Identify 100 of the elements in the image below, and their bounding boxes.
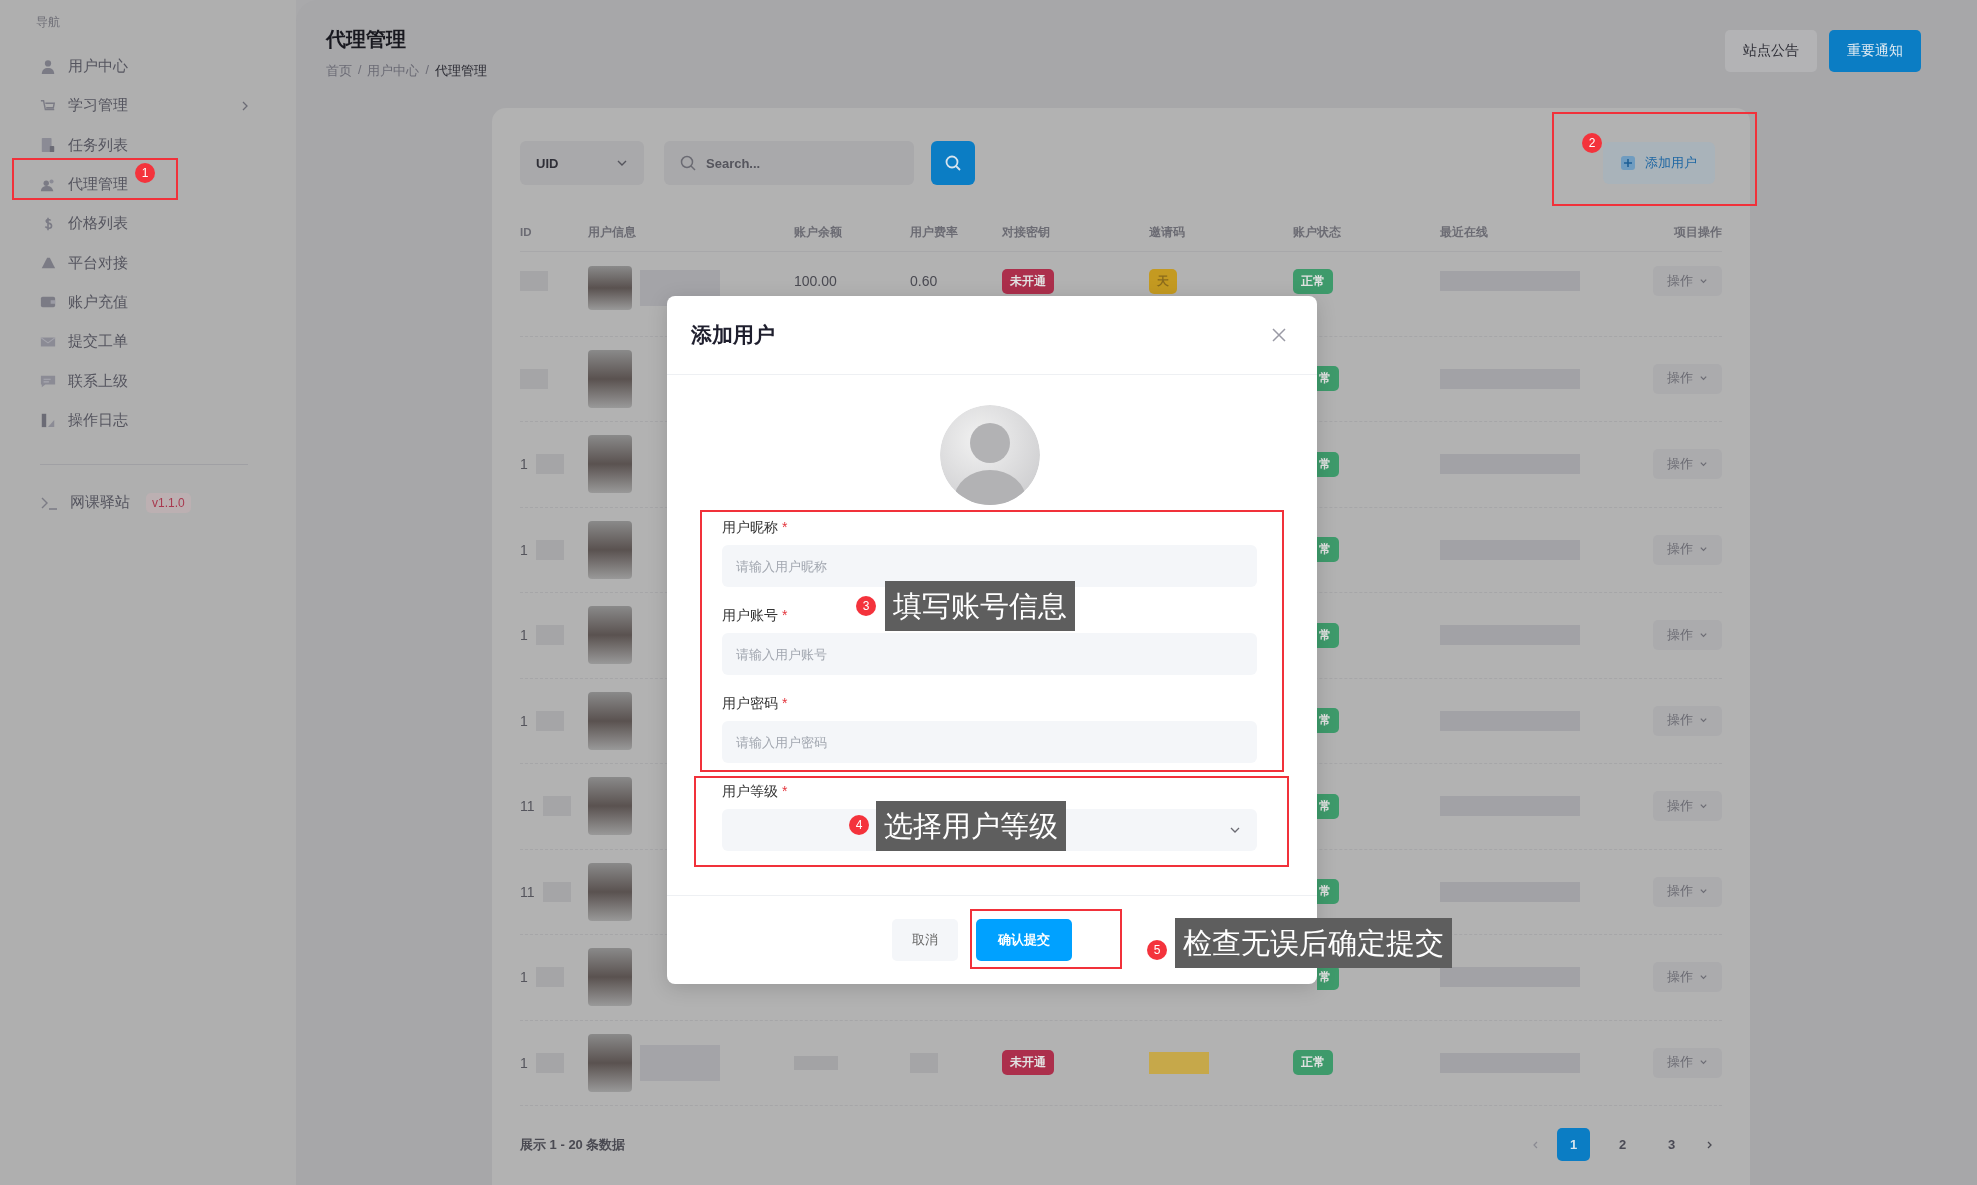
page-button[interactable]: 1	[1557, 1128, 1590, 1161]
action-dropdown[interactable]: 操作	[1653, 1047, 1722, 1078]
blurred-avatar	[588, 862, 632, 921]
user-icon	[40, 57, 56, 76]
invite-code-tag: 天	[1149, 268, 1177, 294]
table-cell: 1	[520, 627, 528, 644]
column-header: 用户信息	[588, 224, 637, 240]
nav-item[interactable]: 平台对接	[0, 243, 128, 283]
breadcrumb-separator: /	[425, 63, 429, 79]
notice-button[interactable]: 重要通知	[1829, 30, 1921, 72]
page-button[interactable]: 3	[1655, 1128, 1688, 1161]
terminal-icon	[40, 495, 58, 510]
required-mark: *	[782, 607, 788, 625]
blurred-avatar	[588, 520, 632, 579]
action-dropdown[interactable]: 操作	[1653, 266, 1722, 296]
breadcrumb-item[interactable]: 用户中心	[367, 63, 420, 80]
column-header: 邀请码	[1149, 224, 1186, 240]
status-tag: 常	[1317, 451, 1339, 477]
nav-item[interactable]: 提交工单	[0, 322, 128, 362]
action-dropdown[interactable]: 操作	[1653, 791, 1722, 822]
action-dropdown[interactable]: 操作	[1653, 620, 1722, 651]
add-user-button[interactable]: 添加用户	[1603, 142, 1715, 184]
close-icon[interactable]	[1271, 327, 1287, 343]
table-cell: 1	[520, 456, 528, 473]
status-tag: 常	[1317, 366, 1339, 392]
required-mark: *	[782, 519, 788, 537]
chevron-right-icon	[240, 100, 250, 111]
field-label: 用户昵称	[722, 519, 778, 537]
action-dropdown[interactable]: 操作	[1653, 876, 1722, 907]
column-header: 账户状态	[1293, 224, 1342, 240]
blurred-avatar	[588, 435, 632, 494]
status-tag: 正常	[1293, 268, 1333, 294]
action-dropdown[interactable]: 操作	[1653, 705, 1722, 736]
action-dropdown[interactable]: 操作	[1653, 363, 1722, 394]
blurred-avatar	[588, 691, 632, 750]
action-dropdown[interactable]: 操作	[1653, 534, 1722, 565]
status-tag: 常	[1317, 537, 1339, 563]
search-field[interactable]: Search...	[664, 141, 914, 185]
column-header: 对接密钥	[1002, 224, 1051, 240]
action-dropdown[interactable]: 操作	[1653, 449, 1722, 480]
caret-icon	[1699, 459, 1708, 469]
chart-icon	[40, 411, 56, 430]
submit-button[interactable]: 确认提交	[976, 919, 1072, 961]
nav-item[interactable]: 价格列表	[0, 204, 128, 244]
blurred-avatar	[588, 606, 632, 665]
blurred-avatar	[588, 948, 632, 1007]
nav-item[interactable]: 代理管理	[0, 164, 128, 205]
nav-item[interactable]: 联系上级	[0, 361, 128, 401]
nav-heading: 导航	[35, 14, 61, 31]
table-cell: 0.60	[910, 273, 938, 289]
nav-item[interactable]: 账户充值	[0, 282, 128, 323]
page-button[interactable]: 2	[1606, 1128, 1639, 1161]
nav-item[interactable]: 用户中心	[0, 47, 128, 87]
dialog-title: 添加用户	[691, 322, 775, 348]
caret-icon	[1699, 630, 1708, 640]
input-field[interactable]: 请输入用户账号	[722, 633, 1257, 675]
blurred-avatar	[588, 1033, 632, 1092]
required-mark: *	[782, 695, 788, 713]
blurred-avatar	[588, 349, 632, 408]
caret-icon	[1699, 972, 1708, 982]
callout-label: 填写账号信息	[885, 581, 1075, 631]
blurred-avatar	[588, 266, 632, 310]
blurred-avatar	[588, 777, 632, 836]
caret-icon	[1699, 276, 1708, 286]
callout-label: 选择用户等级	[876, 801, 1066, 851]
nav-item[interactable]: 操作日志	[0, 400, 128, 440]
status-tag: 常	[1317, 793, 1339, 819]
column-header: 用户费率	[910, 224, 959, 240]
version-badge: v1.1.0	[146, 492, 191, 513]
table-cell: 11	[520, 883, 535, 900]
search-button[interactable]	[931, 141, 975, 185]
blurred-text	[1149, 1051, 1209, 1074]
breadcrumb-item: 代理管理	[434, 63, 487, 80]
list-icon	[40, 136, 56, 155]
avatar-placeholder-icon	[939, 405, 1040, 505]
table-cell: 11	[520, 798, 535, 815]
status-tag: 常	[1317, 879, 1339, 905]
required-mark: *	[782, 783, 788, 801]
action-dropdown[interactable]: 操作	[1653, 962, 1722, 993]
status-tag: 正常	[1293, 1050, 1333, 1076]
field-label: 用户等级	[722, 783, 778, 801]
column-header: ID	[520, 226, 533, 238]
nav-item[interactable]: 学习管理	[0, 86, 128, 126]
filter-select[interactable]: UID	[520, 141, 644, 185]
plus-icon	[1621, 156, 1635, 170]
status-tag: 常	[1317, 622, 1339, 648]
table-cell: 1	[520, 541, 528, 558]
table-cell: 1	[520, 1054, 528, 1071]
field-label: 用户密码	[722, 695, 778, 713]
input-field[interactable]: 请输入用户昵称	[722, 545, 1257, 587]
announcement-button[interactable]: 站点公告	[1725, 30, 1817, 72]
breadcrumb-separator: /	[358, 63, 362, 79]
cancel-button[interactable]: 取消	[892, 919, 958, 961]
status-tag: 常	[1317, 708, 1339, 734]
key-status-tag: 未开通	[1002, 1050, 1054, 1076]
table-cell: 1	[520, 712, 528, 729]
input-field[interactable]: 请输入用户密码	[722, 721, 1257, 763]
search-icon	[944, 154, 962, 172]
column-header: 账户余额	[794, 224, 843, 240]
nav-item[interactable]: 任务列表	[0, 125, 128, 165]
